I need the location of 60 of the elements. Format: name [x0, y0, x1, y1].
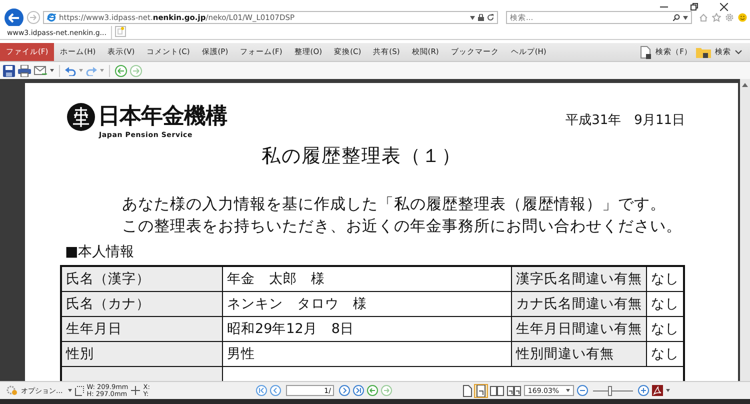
- next-page-button[interactable]: [338, 385, 350, 396]
- dropdown-icon: [566, 389, 570, 392]
- organization-name: 日本年金機構: [98, 104, 227, 130]
- print-icon[interactable]: [18, 64, 31, 76]
- table-cell: 昭和29年12月 8日: [222, 316, 512, 342]
- undo-icon[interactable]: [65, 66, 76, 76]
- chevron-icon[interactable]: [735, 50, 742, 54]
- first-page-button[interactable]: [256, 385, 267, 396]
- table-cell: 生年月日間違い有無: [512, 316, 646, 342]
- intro-text: この整理表をお持ちいただき、お近くの年金事務所にお問い合わせください。: [122, 216, 683, 237]
- document-search-icon[interactable]: [640, 46, 652, 58]
- table-cell: 氏名（漢字）: [61, 266, 222, 292]
- crosshair-icon: [131, 386, 140, 395]
- table-cell: カナ氏名間違い有無: [512, 292, 646, 316]
- single-page-icon[interactable]: [462, 384, 472, 396]
- search-icon[interactable]: [673, 14, 680, 21]
- table-cell: ネンキン タロウ 様: [222, 292, 512, 316]
- smiley-icon[interactable]: [738, 13, 747, 22]
- star-icon[interactable]: [712, 13, 721, 22]
- dropdown-icon[interactable]: [470, 16, 475, 20]
- back-button[interactable]: [366, 385, 378, 396]
- page-size-icon: [74, 386, 84, 396]
- last-page-button[interactable]: [352, 385, 364, 396]
- document-date: 平成31年 9月11日: [566, 112, 685, 129]
- globe-e-icon: [47, 13, 56, 22]
- document-title: 私の履歴整理表（１）: [260, 144, 462, 169]
- scrollbar[interactable]: [740, 79, 750, 381]
- table-cell: 年金 太郎 様: [222, 266, 512, 292]
- close-icon[interactable]: [720, 2, 728, 10]
- intro-text: あなた様の入力情報を基に作成した「私の履歴整理表（履歴情報）」です。: [122, 194, 667, 215]
- table-cell: 性別: [61, 342, 222, 366]
- back-button[interactable]: [4, 8, 24, 28]
- table-cell: 氏名（カナ）: [61, 292, 222, 316]
- table-cell: 漢字氏名間違い有無: [512, 266, 646, 292]
- folder-search-icon[interactable]: [696, 46, 711, 58]
- back-button[interactable]: [115, 64, 127, 76]
- settings-icon[interactable]: [6, 385, 18, 396]
- dropdown-icon[interactable]: [68, 389, 72, 392]
- table-cell: 性別間違い有無: [512, 342, 646, 366]
- emblem-icon: [67, 103, 95, 131]
- refresh-icon[interactable]: [487, 14, 494, 21]
- section-heading: ■本人情報: [65, 243, 136, 261]
- dropdown-icon[interactable]: [50, 69, 54, 72]
- restore-icon[interactable]: [690, 2, 698, 10]
- lock-icon: [478, 14, 484, 21]
- table-cell: 生年月日: [61, 316, 222, 342]
- save-icon[interactable]: [3, 64, 15, 76]
- dropdown-icon[interactable]: [683, 16, 688, 20]
- acrobat-icon[interactable]: [652, 385, 663, 396]
- zoom-in-button[interactable]: [638, 385, 649, 396]
- two-page-continuous-icon[interactable]: [506, 386, 521, 396]
- two-page-icon[interactable]: [490, 386, 504, 396]
- scroll-up-icon[interactable]: [742, 83, 748, 87]
- email-icon[interactable]: [34, 66, 47, 76]
- slider-thumb[interactable]: [608, 386, 612, 396]
- continuous-page-icon[interactable]: [474, 384, 487, 396]
- table-cell: 男性: [222, 342, 512, 366]
- dropdown-icon[interactable]: [666, 389, 670, 392]
- previous-page-button[interactable]: [270, 385, 281, 396]
- zoom-out-button[interactable]: [576, 385, 588, 396]
